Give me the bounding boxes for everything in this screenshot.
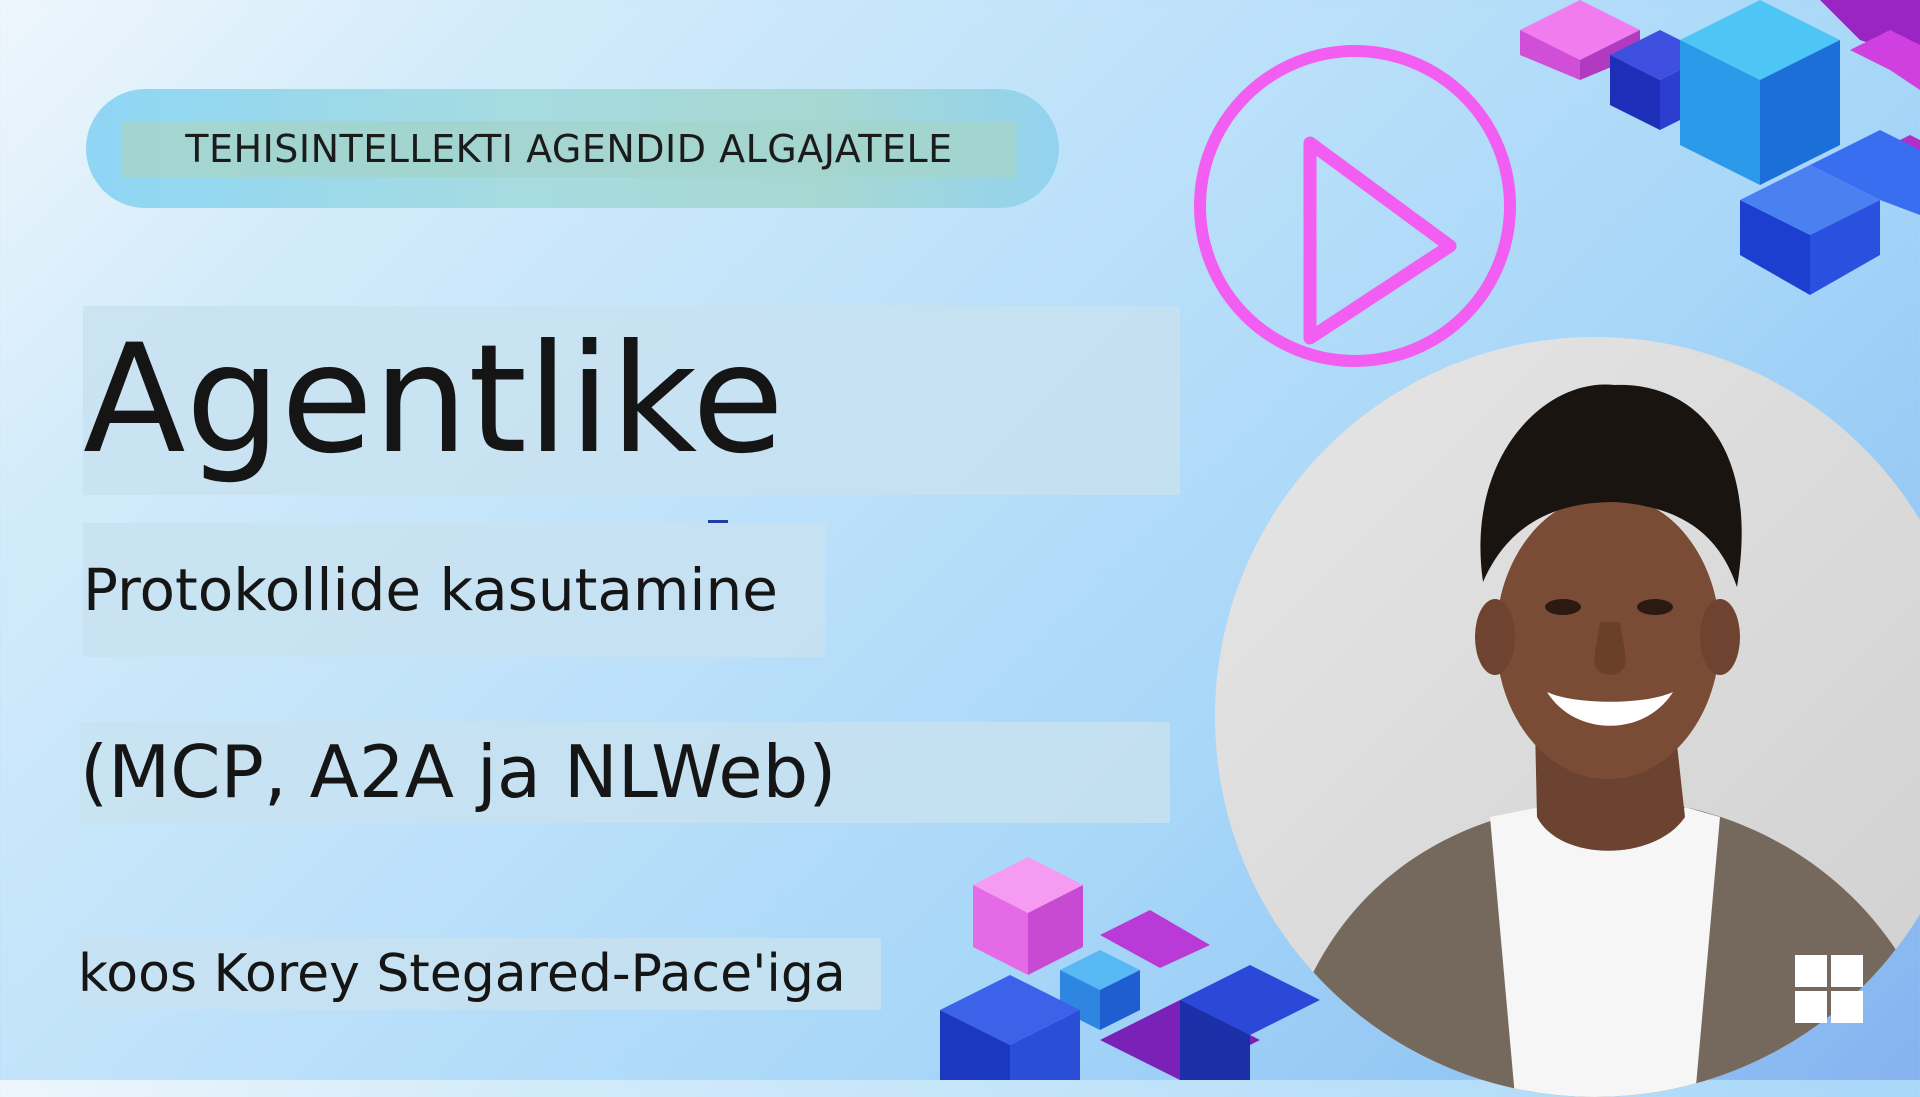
- lesson-subtitle-line1: Protokollide kasutamine: [83, 556, 778, 624]
- microsoft-logo-icon: [1795, 955, 1863, 1023]
- host-credit: koos Korey Stegared-Pace'iga: [78, 944, 846, 1004]
- cube-cluster-top-right: [1520, 0, 1920, 295]
- series-label: TEHISINTELLEKTI AGENDID ALGAJATELE: [185, 127, 953, 171]
- lesson-title: Agentlike: [83, 313, 785, 487]
- play-circle-icon[interactable]: [1190, 38, 1530, 378]
- cube-cluster-bottom: [940, 857, 1320, 1080]
- lesson-subtitle-line2: (MCP, A2A ja NLWeb): [80, 730, 837, 814]
